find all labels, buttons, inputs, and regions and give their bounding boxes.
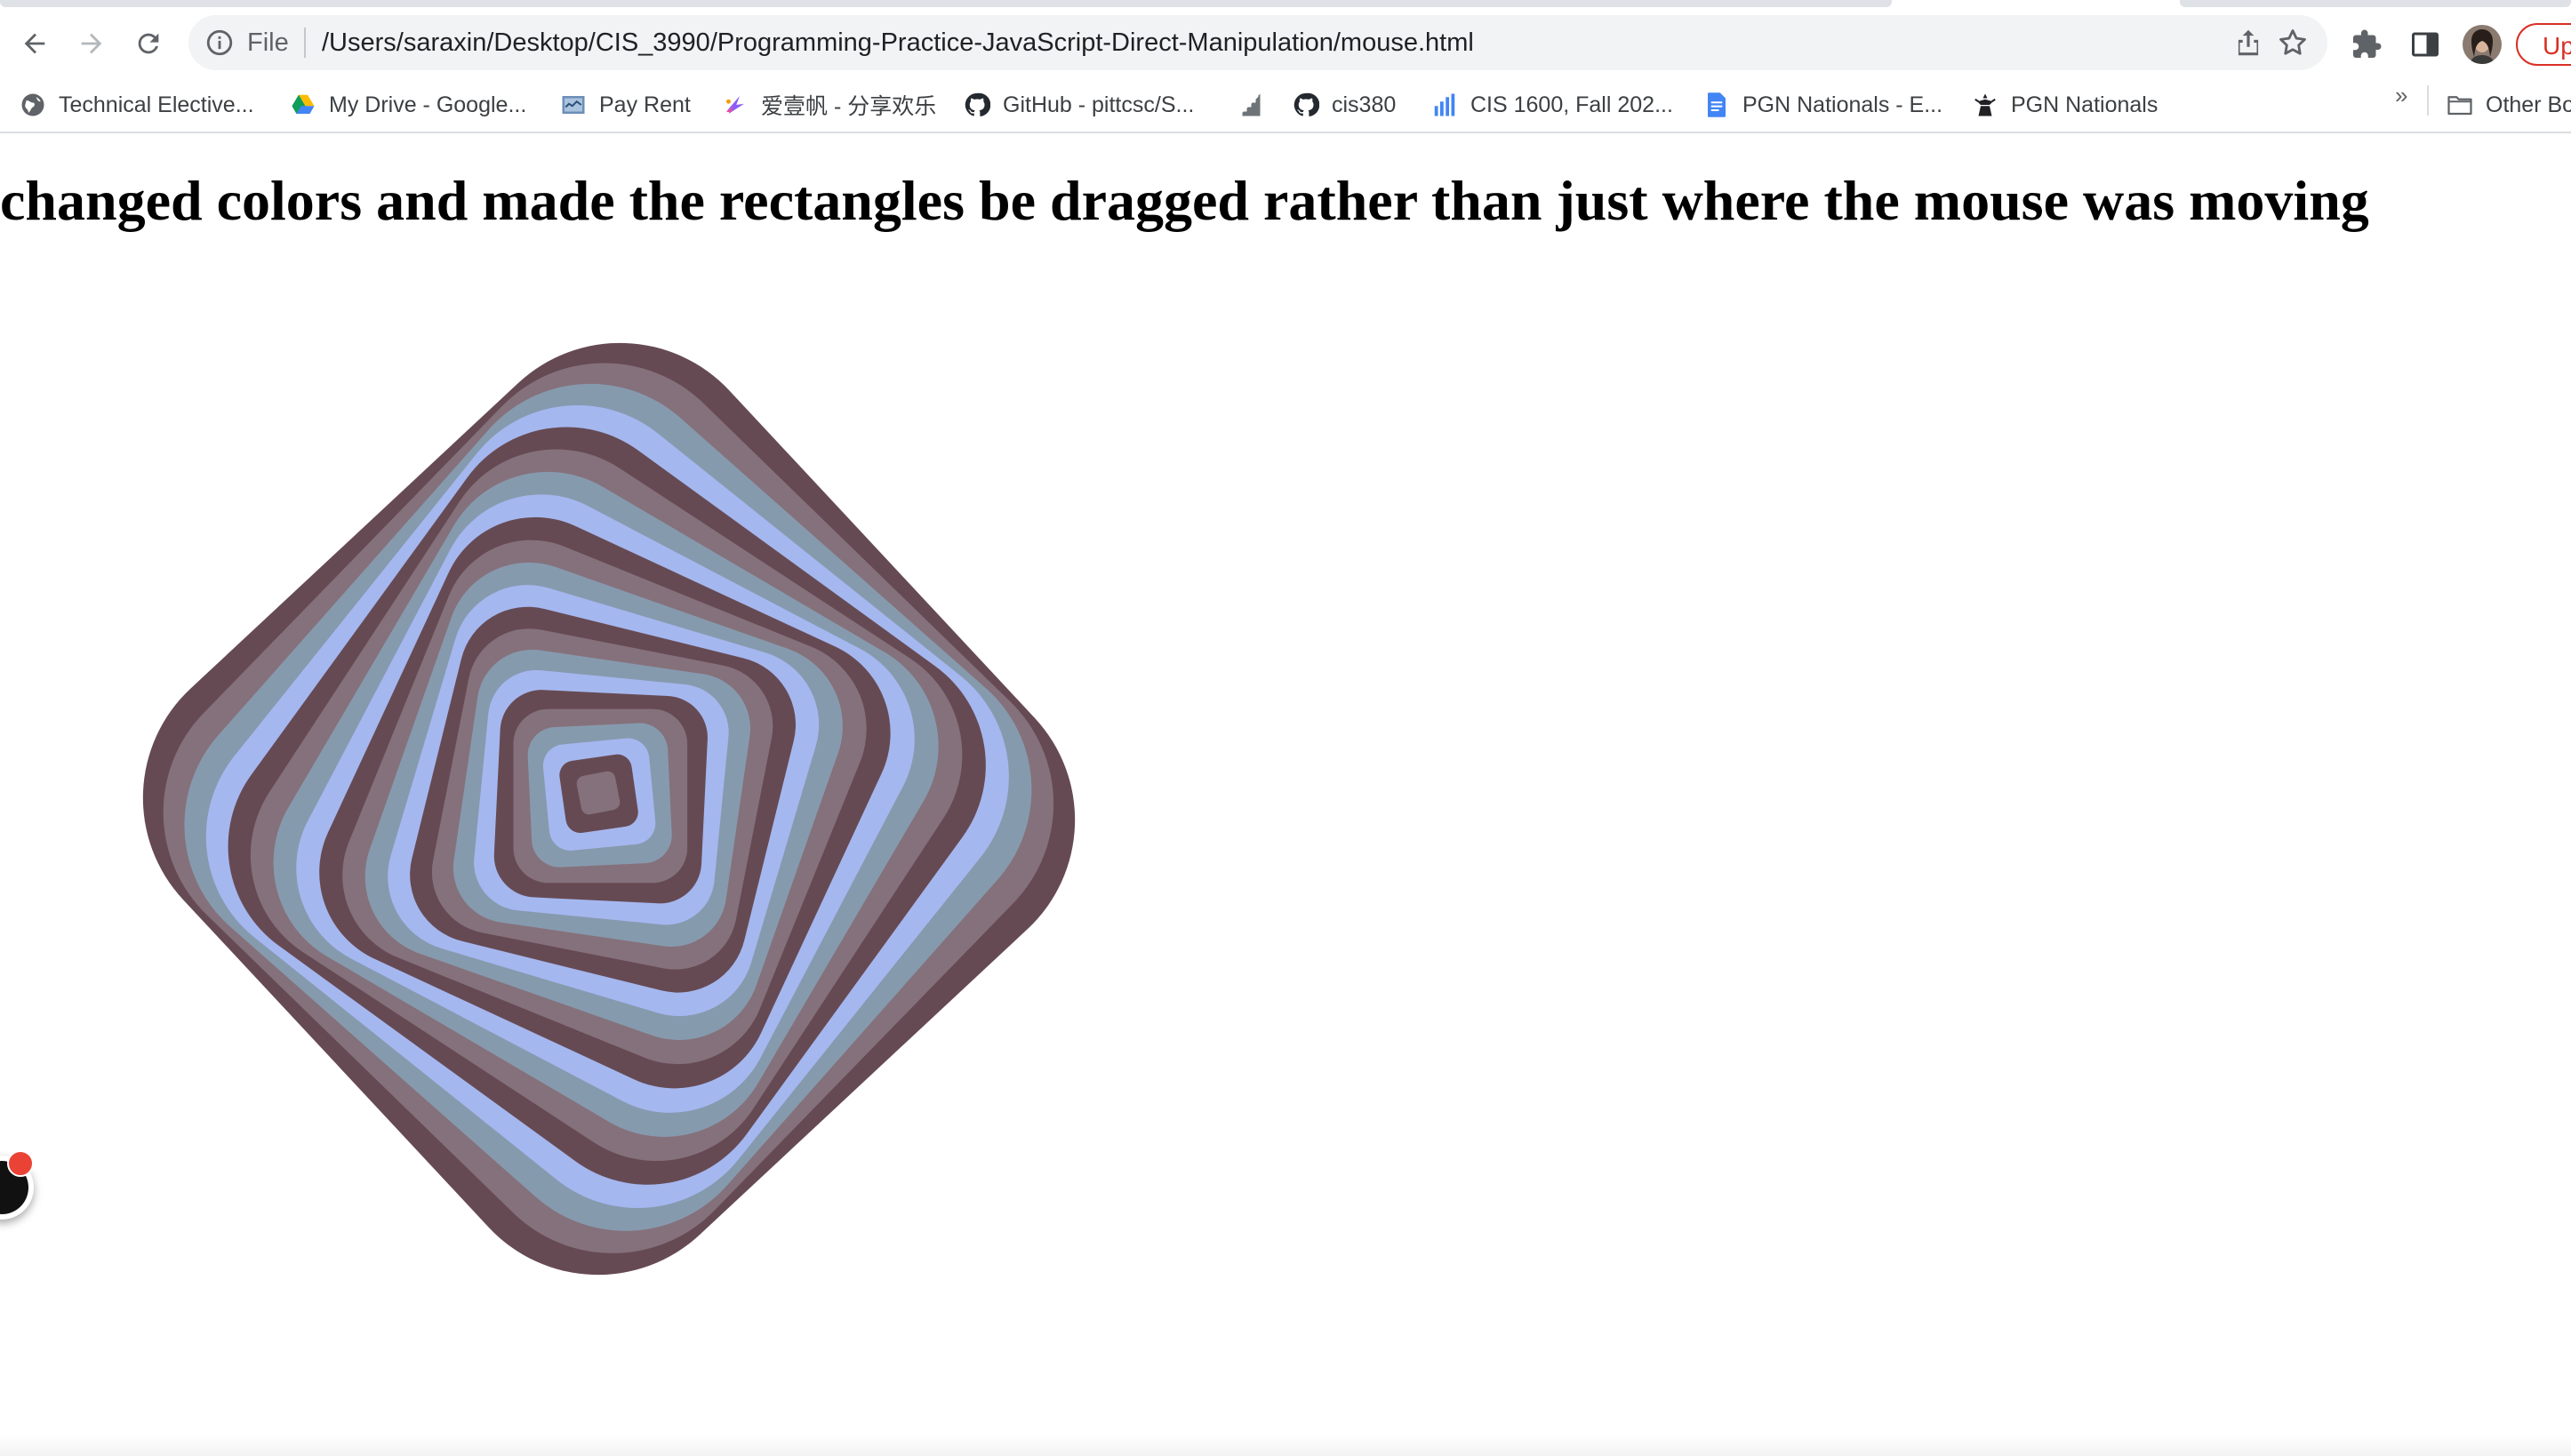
bookmark-label: 爱壹帆 - 分享欢乐 — [761, 94, 937, 119]
tab-strip-segment — [2180, 0, 2571, 7]
bookmark-label: cis380 — [1332, 92, 1397, 117]
address-separator — [304, 28, 306, 58]
aiyifan-icon — [722, 92, 749, 118]
back-button[interactable] — [12, 21, 57, 66]
bookmarks-separator — [2427, 85, 2429, 116]
folder-icon — [2447, 92, 2473, 118]
bookmark-pgn-nationals-e[interactable]: PGN Nationals - E... — [1703, 87, 1942, 123]
github-icon — [1293, 92, 1319, 118]
bookmark-pay-rent[interactable]: Pay Rent — [560, 87, 691, 123]
bookmark-label: Other Bo — [2486, 92, 2571, 117]
avatar-image — [2463, 25, 2502, 64]
info-icon[interactable] — [204, 28, 235, 58]
bookmark-label: PGN Nationals — [2011, 92, 2159, 117]
pgn-icon — [1972, 92, 1998, 118]
tab-strip-segment — [0, 0, 1892, 7]
reload-icon — [138, 33, 159, 54]
side-panel-icon[interactable] — [2409, 28, 2441, 60]
bottom-shade — [0, 1435, 2571, 1456]
github-icon — [964, 92, 990, 118]
bookmark-aiyifan[interactable]: 爱壹帆 - 分享欢乐 — [722, 87, 936, 123]
bookmark-label: CIS 1600, Fall 202... — [1470, 92, 1673, 117]
bookmark-cis380[interactable]: cis380 — [1293, 87, 1396, 123]
share-icon[interactable] — [2231, 26, 2265, 60]
reload-button[interactable] — [126, 21, 171, 66]
bar-chart-icon — [1431, 92, 1458, 118]
bookmark-other-bookmarks[interactable]: Other Bo — [2447, 87, 2571, 123]
bookmark-technical-elective[interactable]: Technical Elective... — [20, 87, 254, 123]
google-docs-icon — [1703, 92, 1730, 118]
bookmark-label: PGN Nationals - E... — [1742, 92, 1943, 117]
bookmark-label: Technical Elective... — [59, 92, 254, 117]
back-arrow-icon — [24, 33, 45, 54]
profile-avatar[interactable] — [2463, 25, 2502, 64]
bookmark-label: GitHub - pittcsc/S... — [1003, 92, 1195, 117]
art-rectangle[interactable] — [575, 770, 621, 816]
forward-arrow-icon — [81, 33, 102, 54]
browser-toolbar: File /Users/saraxin/Desktop/CIS_3990/Pro… — [0, 7, 2571, 78]
floating-extension-widget[interactable] — [0, 1150, 34, 1220]
bookmarks-overflow-chevron[interactable]: » — [2395, 82, 2407, 109]
bookmark-star-icon[interactable] — [2276, 26, 2310, 60]
bookmark-stairs[interactable] — [1236, 87, 1275, 123]
pay-rent-icon — [560, 92, 587, 118]
google-drive-icon — [290, 92, 316, 118]
bookmark-pgn-nationals[interactable]: PGN Nationals — [1972, 87, 2158, 123]
globe-icon — [20, 92, 46, 118]
address-scheme: File — [247, 28, 289, 57]
extensions-puzzle-icon[interactable] — [2351, 28, 2383, 60]
notification-dot — [7, 1150, 34, 1177]
update-button[interactable]: Upd — [2516, 23, 2571, 66]
forward-button[interactable] — [69, 21, 114, 66]
address-url[interactable]: /Users/saraxin/Desktop/CIS_3990/Programm… — [322, 27, 1474, 59]
bookmark-label: My Drive - Google... — [329, 92, 527, 117]
bookmark-my-drive[interactable]: My Drive - Google... — [290, 87, 526, 123]
bookmark-cis1600[interactable]: CIS 1600, Fall 202... — [1431, 87, 1673, 123]
stairs-icon — [1236, 92, 1262, 118]
rotating-rectangles-art[interactable] — [53, 267, 1191, 1387]
bookmark-label: Pay Rent — [599, 92, 691, 117]
page-heading: changed colors and made the rectangles b… — [0, 169, 2369, 232]
address-bar[interactable]: File /Users/saraxin/Desktop/CIS_3990/Pro… — [188, 15, 2327, 70]
bookmark-github-pittcsc[interactable]: GitHub - pittcsc/S... — [964, 87, 1194, 123]
bookmarks-bar: Technical Elective... My Drive - Google.… — [0, 78, 2571, 133]
